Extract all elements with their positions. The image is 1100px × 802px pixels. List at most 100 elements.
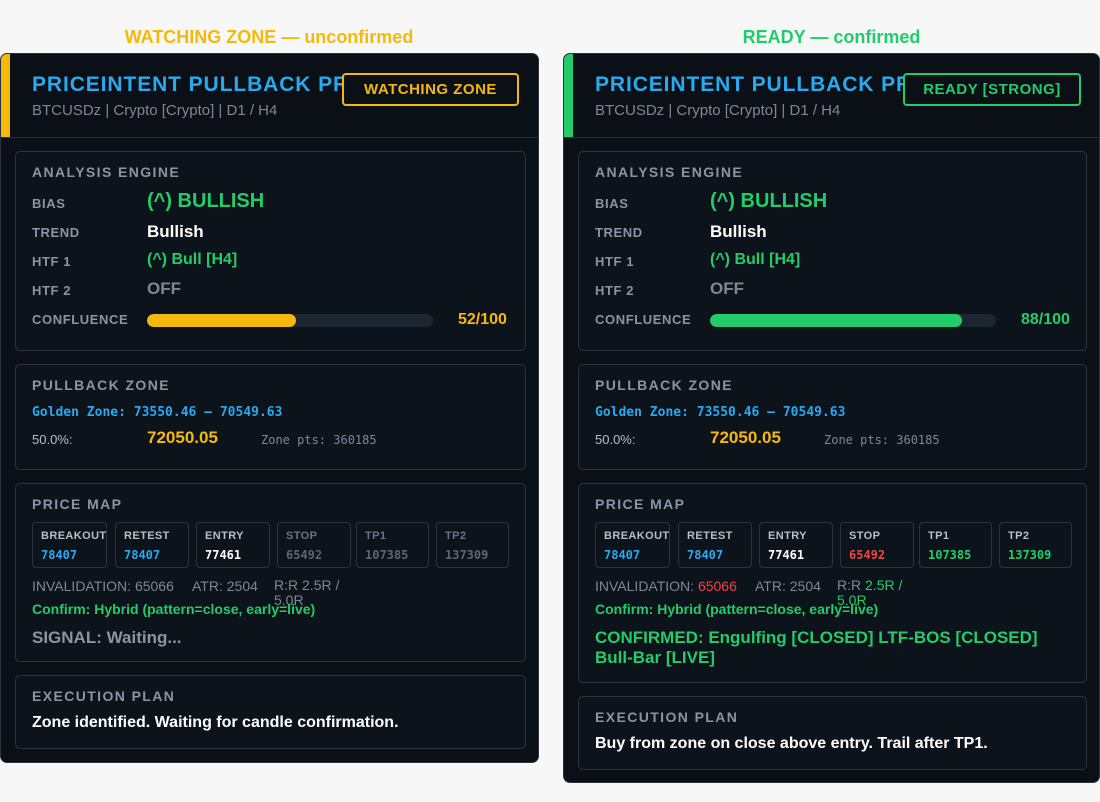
invalidation-value: 65066: [697, 578, 737, 594]
price-level-stop: STOP 65492: [277, 522, 351, 568]
panel-header: PRICEINTENT PULLBACK PRO v2.1 BTCUSDz | …: [564, 54, 1099, 138]
price-level-label: RETEST: [687, 530, 733, 542]
confluence-bar-fill: [710, 314, 962, 327]
right-caption: READY — confirmed: [742, 27, 921, 47]
execution-plan-text: Zone identified. Waiting for candle conf…: [32, 714, 399, 731]
section-title: EXECUTION PLAN: [32, 688, 176, 704]
analysis-engine-section: ANALYSIS ENGINE BIAS (^) BULLISH TREND B…: [15, 151, 526, 351]
confluence-label: CONFLUENCE: [595, 312, 692, 327]
invalidation-value: 65066: [134, 578, 174, 594]
price-level-breakout: BREAKOUT 78407: [595, 522, 670, 568]
pullback-zone-section: PULLBACK ZONE Golden Zone: 73550.46 – 70…: [15, 364, 526, 470]
price-level-value: 65492: [849, 548, 886, 562]
section-title: EXECUTION PLAN: [595, 709, 739, 725]
analysis-engine-section: ANALYSIS ENGINE BIAS (^) BULLISH TREND B…: [578, 151, 1087, 351]
price-map-section: PRICE MAP INVALIDATION: 65066 ATR: 2504 …: [578, 483, 1087, 683]
zone-points: Zone pts: 360185: [261, 433, 377, 447]
pullback-zone-section: PULLBACK ZONE Golden Zone: 73550.46 – 70…: [578, 364, 1087, 470]
price-level-tp1: TP1 107385: [919, 522, 992, 568]
price-level-tp2: TP2 137309: [999, 522, 1072, 568]
price-level-label: BREAKOUT: [604, 530, 670, 542]
price-level-stop: STOP 65492: [840, 522, 914, 568]
confirm-mode: Confirm: Hybrid (pattern=close, early=li…: [32, 601, 316, 617]
section-title: ANALYSIS ENGINE: [595, 164, 744, 180]
section-title: PRICE MAP: [595, 496, 686, 512]
fib-level-label: 50.0%:: [32, 432, 73, 447]
panel-header: PRICEINTENT PULLBACK PRO v2.1 BTCUSDz | …: [1, 54, 538, 138]
price-level-breakout: BREAKOUT 78407: [32, 522, 107, 568]
htf2-label: HTF 2: [595, 283, 635, 298]
invalidation: INVALIDATION: 65066: [32, 578, 174, 594]
section-title: ANALYSIS ENGINE: [32, 164, 181, 180]
price-level-value: 77461: [768, 548, 805, 562]
invalidation-label: INVALIDATION:: [595, 578, 695, 594]
trend-value: Bullish: [710, 222, 767, 241]
htf1-value: (^) Bull [H4]: [147, 251, 238, 268]
section-title: PRICE MAP: [32, 496, 123, 512]
price-level-label: STOP: [849, 530, 881, 542]
trend-label: TREND: [32, 225, 80, 240]
htf2-value: OFF: [147, 279, 181, 298]
trend-value: Bullish: [147, 222, 204, 241]
price-level-tp1: TP1 107385: [356, 522, 429, 568]
price-level-label: RETEST: [124, 530, 170, 542]
panel-subtitle: BTCUSDz | Crypto [Crypto] | D1 / H4: [595, 102, 841, 119]
invalidation: INVALIDATION: 65066: [595, 578, 737, 594]
execution-plan-text: Buy from zone on close above entry. Trai…: [595, 735, 988, 752]
price-level-value: 78407: [604, 548, 641, 562]
status-badge: WATCHING ZONE: [342, 73, 519, 106]
price-level-label: STOP: [286, 530, 318, 542]
price-level-label: ENTRY: [768, 530, 807, 542]
bias-value: (^) BULLISH: [147, 190, 265, 212]
htf2-value: OFF: [710, 279, 744, 298]
price-level-entry: ENTRY 77461: [759, 522, 833, 568]
price-level-value: 78407: [41, 548, 78, 562]
signal-status: CONFIRMED: Engulfing [CLOSED] LTF-BOS [C…: [595, 628, 1038, 667]
htf1-value: (^) Bull [H4]: [710, 251, 801, 268]
fib-level-value: 72050.05: [147, 428, 218, 447]
fib-level-label: 50.0%:: [595, 432, 636, 447]
price-level-value: 78407: [124, 548, 161, 562]
price-level-retest: RETEST 78407: [678, 522, 752, 568]
execution-plan-section: EXECUTION PLAN Zone identified. Waiting …: [15, 675, 526, 749]
signal-status: SIGNAL: Waiting...: [32, 628, 182, 647]
bias-label: BIAS: [32, 196, 66, 211]
atr-value: ATR: 2504: [755, 578, 821, 594]
zone-points: Zone pts: 360185: [824, 433, 940, 447]
golden-zone: Golden Zone: 73550.46 – 70549.63: [595, 405, 846, 420]
execution-plan-section: EXECUTION PLAN Buy from zone on close ab…: [578, 696, 1087, 770]
confluence-score: 88/100: [1021, 311, 1070, 328]
status-badge: READY [STRONG]: [903, 73, 1081, 106]
price-level-label: TP1: [928, 530, 950, 542]
price-level-label: BREAKOUT: [41, 530, 107, 542]
price-level-value: 77461: [205, 548, 242, 562]
indicator-panel-ready: PRICEINTENT PULLBACK PRO v2.1 BTCUSDz | …: [563, 53, 1100, 783]
price-level-tp2: TP2 137309: [436, 522, 509, 568]
panel-subtitle: BTCUSDz | Crypto [Crypto] | D1 / H4: [32, 102, 278, 119]
fib-level-value: 72050.05: [710, 428, 781, 447]
trend-label: TREND: [595, 225, 643, 240]
confluence-bar: [710, 314, 996, 327]
htf1-label: HTF 1: [595, 254, 635, 269]
price-map-section: PRICE MAP INVALIDATION: 65066 ATR: 2504 …: [15, 483, 526, 662]
bias-label: BIAS: [595, 196, 629, 211]
price-level-value: 78407: [687, 548, 724, 562]
confirm-mode: Confirm: Hybrid (pattern=close, early=li…: [595, 601, 879, 617]
price-level-label: TP2: [445, 530, 467, 542]
bias-value: (^) BULLISH: [710, 190, 828, 212]
price-level-value: 65492: [286, 548, 323, 562]
price-level-label: TP2: [1008, 530, 1030, 542]
price-level-value: 137309: [1008, 548, 1052, 562]
price-level-label: ENTRY: [205, 530, 244, 542]
rr-label: R:R: [274, 577, 299, 593]
rr-label: R:R: [837, 577, 862, 593]
atr-value: ATR: 2504: [192, 578, 258, 594]
invalidation-label: INVALIDATION:: [32, 578, 132, 594]
confluence-bar: [147, 314, 433, 327]
indicator-panel-watching: PRICEINTENT PULLBACK PRO v2.1 BTCUSDz | …: [0, 53, 539, 763]
htf1-label: HTF 1: [32, 254, 72, 269]
confluence-label: CONFLUENCE: [32, 312, 129, 327]
section-title: PULLBACK ZONE: [595, 377, 733, 393]
section-title: PULLBACK ZONE: [32, 377, 170, 393]
golden-zone: Golden Zone: 73550.46 – 70549.63: [32, 405, 283, 420]
